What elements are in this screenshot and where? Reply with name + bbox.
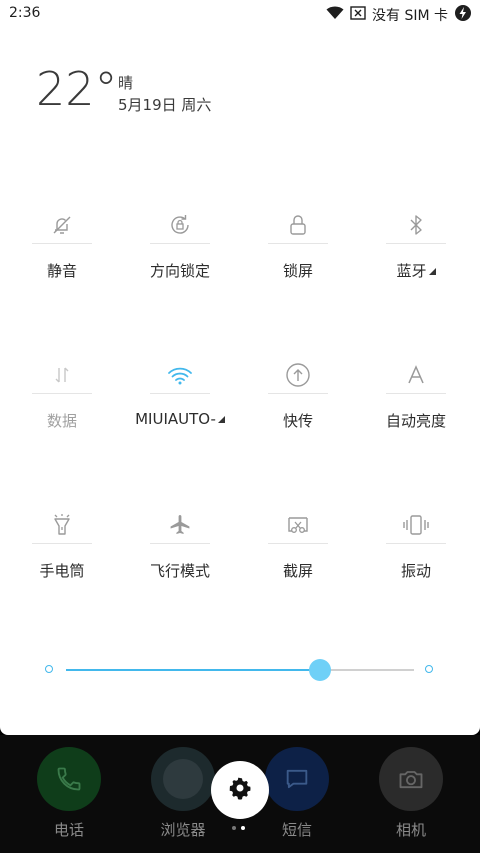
tile-label: MIUIAUTO- [121,410,239,428]
tile-label: 自动亮度 [385,412,446,430]
page-dot [232,826,236,830]
message-icon [265,747,329,811]
vibrate-icon [386,507,446,544]
tile-airplane-mode[interactable]: 飞行模式 [121,507,239,581]
bell-off-icon [32,207,92,244]
dock-label: 电话 [53,821,84,839]
quick-settings-panel: 2:36 没有 SIM 卡 22° 晴 5月19日 周六 静音 方向锁定 锁屏 … [0,0,480,735]
dock-label: 相机 [395,821,426,839]
sim-status-text: 没有 SIM 卡 [372,8,448,24]
tile-bluetooth[interactable]: 蓝牙 [357,207,475,281]
gear-icon [228,776,252,804]
brightness-max-icon [425,665,433,673]
tile-label: 手电筒 [39,562,85,580]
tile-label: 飞行模式 [149,562,210,580]
status-bar: 2:36 没有 SIM 卡 [0,0,480,28]
auto-brightness-icon [386,357,446,394]
brightness-thumb[interactable] [309,659,332,681]
tile-label: 蓝牙 [357,260,475,281]
tile-label: 截屏 [282,562,313,580]
wifi-label: MIUIAUTO- [135,410,216,428]
temperature: 22° [36,62,118,116]
brightness-track[interactable] [66,669,414,671]
weather-date: 5月19日 周六 [118,96,212,114]
tile-label: 快传 [282,412,313,430]
rotation-lock-icon [150,207,210,244]
page-indicator [232,826,245,830]
tile-auto-brightness[interactable]: 自动亮度 [357,357,475,431]
tile-flashlight[interactable]: 手电筒 [3,507,121,581]
dock-app-phone[interactable]: 电话 [19,747,119,840]
flashlight-icon [32,507,92,544]
wifi-icon [150,357,210,394]
wifi-signal-icon [326,6,344,24]
tile-label: 静音 [46,262,77,280]
airplane-icon [150,507,210,544]
tile-wifi[interactable]: MIUIAUTO- [121,357,239,428]
dropdown-indicator-icon [428,268,436,275]
tile-label: 锁屏 [282,262,313,280]
camera-icon [379,747,443,811]
tile-screenshot[interactable]: 截屏 [239,507,357,581]
no-sim-icon [350,6,366,24]
tile-label: 振动 [400,562,431,580]
mobile-data-icon [32,357,92,394]
lock-icon [268,207,328,244]
browser-icon [151,747,215,811]
status-time: 2:36 [9,5,41,21]
bluetooth-label: 蓝牙 [396,262,427,280]
brightness-min-icon [45,665,53,673]
dock-app-camera[interactable]: 相机 [361,747,461,840]
page-dot-active [241,826,245,830]
tile-vibrate[interactable]: 振动 [357,507,475,581]
phone-icon [37,747,101,811]
tile-lock-screen[interactable]: 锁屏 [239,207,357,281]
quick-transfer-icon [268,357,328,394]
tile-label: 数据 [46,412,77,430]
tile-silent[interactable]: 静音 [3,207,121,281]
dock-label: 浏览器 [160,821,206,839]
bluetooth-icon [386,207,446,244]
battery-charging-icon [454,4,472,26]
tile-rotation-lock[interactable]: 方向锁定 [121,207,239,281]
screenshot-icon [268,507,328,544]
tile-mobile-data[interactable]: 数据 [3,357,121,431]
tile-quick-transfer[interactable]: 快传 [239,357,357,431]
dropdown-indicator-icon [217,416,225,423]
dock-label: 短信 [281,821,312,839]
settings-button[interactable] [211,761,269,819]
brightness-slider[interactable] [40,655,440,685]
tile-label: 方向锁定 [149,262,210,280]
brightness-fill [66,669,321,671]
weather-condition: 晴 [118,74,134,92]
